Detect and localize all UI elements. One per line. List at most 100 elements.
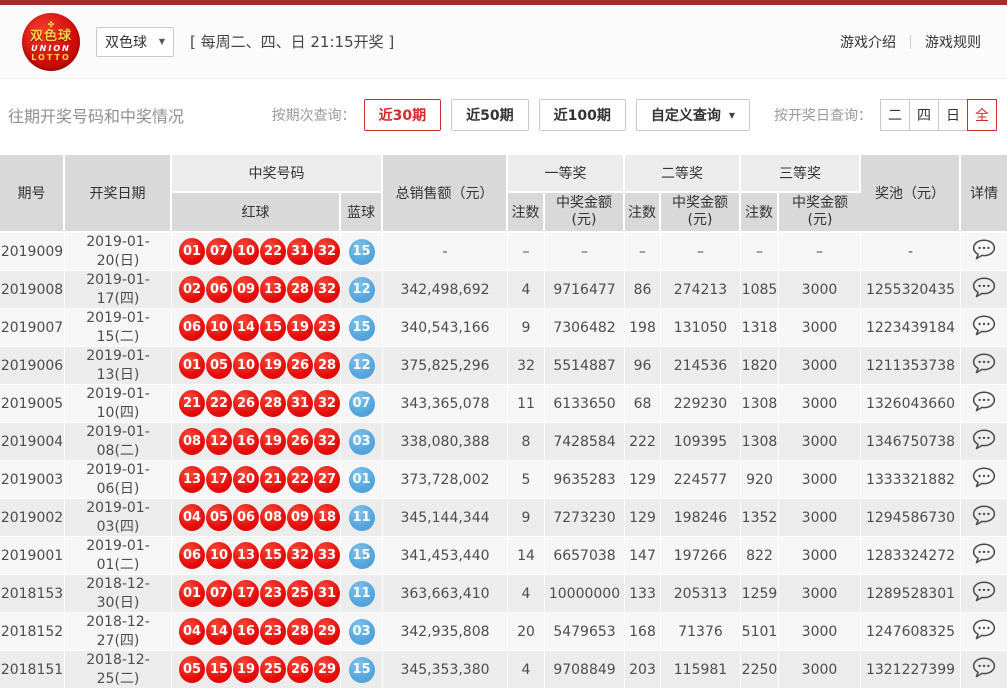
red-ball: 13 [179,466,205,493]
first-amount-cell: 5514887 [545,347,625,385]
blue-ball: 15 [349,239,375,265]
red-balls-cell: 040506080918 [172,499,341,537]
detail-comment-icon[interactable] [972,277,996,298]
red-ball: 09 [287,504,313,531]
red-ball: 31 [287,238,313,265]
red-ball: 09 [233,276,259,303]
detail-cell [961,651,1007,689]
date-cell: 2019-01-15(二) [65,309,172,347]
third-amount-cell: 3000 [779,499,861,537]
results-table-wrap: 期号 开奖日期 中奖号码 总销售额（元） 一等奖 二等奖 三等奖 奖池（元） 详… [0,155,1007,689]
detail-cell [961,309,1007,347]
detail-comment-icon[interactable] [972,657,996,678]
detail-comment-icon[interactable] [972,619,996,640]
first-count-cell: 8 [508,423,545,461]
issue-cell: 2019003 [0,461,65,499]
sales-cell: 343,365,078 [383,385,508,423]
col-header-blue-ball: 蓝球 [341,193,383,233]
logo-union: UNION [31,45,71,53]
second-count-cell: 96 [625,347,661,385]
btn-last-30[interactable]: 近30期 [364,99,441,131]
first-amount-cell: – [545,233,625,271]
red-balls-cell: 131720212227 [172,461,341,499]
red-ball: 15 [260,542,286,569]
third-count-cell: 1085 [741,271,779,309]
red-ball: 01 [179,238,205,265]
third-count-cell: 2250 [741,651,779,689]
detail-comment-icon[interactable] [972,315,996,336]
col-header-detail: 详情 [961,155,1007,233]
col-header-sales: 总销售额（元） [383,155,508,233]
blue-ball: 12 [349,353,375,379]
detail-comment-icon[interactable] [972,505,996,526]
table-row: 20190032019-01-06(日)13172021222701373,72… [0,461,1007,499]
detail-comment-icon[interactable] [972,467,996,488]
btn-day-tuesday[interactable]: 二 [880,99,910,131]
issue-cell: 2019009 [0,233,65,271]
link-game-intro[interactable]: 游戏介绍 [840,32,896,52]
blue-ball: 03 [349,429,375,455]
pool-cell: 1247608325 [861,613,961,651]
btn-day-all[interactable]: 全 [967,99,997,131]
red-ball: 23 [314,314,340,341]
detail-comment-icon[interactable] [972,581,996,602]
detail-comment-icon[interactable] [972,239,996,260]
detail-comment-icon[interactable] [972,353,996,374]
first-count-cell: 4 [508,575,545,613]
detail-comment-icon[interactable] [972,429,996,450]
sales-cell: 373,728,002 [383,461,508,499]
pool-cell: 1211353738 [861,347,961,385]
link-game-rules[interactable]: 游戏规则 [925,32,981,52]
first-count-cell: 32 [508,347,545,385]
red-balls-cell: 010717232531 [172,575,341,613]
logo-lotto: LOTTO [31,54,71,62]
third-amount-cell: 3000 [779,309,861,347]
red-ball: 08 [260,504,286,531]
date-cell: 2019-01-17(四) [65,271,172,309]
col-header-red-balls: 红球 [172,193,341,233]
red-ball: 12 [206,428,232,455]
second-amount-cell: 274213 [661,271,741,309]
red-balls-cell: 020609132832 [172,271,341,309]
red-ball: 26 [287,428,313,455]
game-select-dropdown[interactable]: 双色球 ▼ [96,27,174,57]
third-amount-cell: 3000 [779,575,861,613]
red-ball: 32 [314,390,340,417]
blue-ball: 12 [349,277,375,303]
blue-ball: 15 [349,315,375,341]
red-ball: 19 [287,314,313,341]
first-amount-cell: 6133650 [545,385,625,423]
red-ball: 13 [260,276,286,303]
sales-cell: 342,935,808 [383,613,508,651]
first-amount-cell: 7273230 [545,499,625,537]
first-count-cell: 14 [508,537,545,575]
detail-cell [961,575,1007,613]
sales-cell: 341,453,440 [383,537,508,575]
btn-custom-query[interactable]: 自定义查询 ▼ [636,99,750,131]
red-ball: 31 [287,390,313,417]
btn-day-sunday[interactable]: 日 [938,99,968,131]
btn-last-100[interactable]: 近100期 [539,99,626,131]
detail-comment-icon[interactable] [972,543,996,564]
red-ball: 25 [260,656,286,683]
date-cell: 2019-01-08(二) [65,423,172,461]
blue-ball-cell: 01 [341,461,383,499]
col-header-third-amount: 中奖金额(元) [779,193,861,233]
first-amount-cell: 9716477 [545,271,625,309]
red-ball: 28 [287,618,313,645]
btn-custom-query-label: 自定义查询 [651,105,721,125]
detail-cell [961,423,1007,461]
detail-comment-icon[interactable] [972,391,996,412]
btn-last-50[interactable]: 近50期 [451,99,528,131]
blue-ball-cell: 15 [341,537,383,575]
logo-knot-icon: ✤ [48,21,55,29]
red-ball: 13 [233,542,259,569]
red-ball: 29 [314,656,340,683]
btn-day-thursday[interactable]: 四 [909,99,939,131]
chevron-down-icon: ▼ [729,111,735,120]
date-cell: 2019-01-03(四) [65,499,172,537]
red-ball: 33 [314,542,340,569]
first-amount-cell: 9635283 [545,461,625,499]
red-balls-cell: 212226283132 [172,385,341,423]
results-tbody: 20190092019-01-20(日)01071022313215-–––––… [0,233,1007,689]
